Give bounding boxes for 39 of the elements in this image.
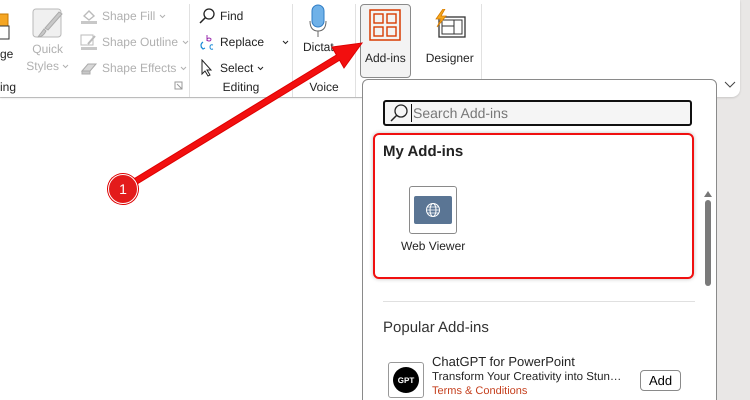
editing-command[interactable]: Replace: [198, 33, 290, 51]
designer-button[interactable]: Designer: [420, 4, 479, 78]
add-in-name: ChatGPT for PowerPoint: [432, 354, 576, 369]
add-button[interactable]: Add: [640, 370, 682, 391]
chevron-icon: [180, 66, 188, 70]
group-label: Voice: [309, 80, 339, 94]
section-title: My Add-ins: [383, 143, 464, 160]
scroll-up-icon: [704, 191, 712, 197]
chevron-icon: [62, 64, 69, 68]
pencil-icon: [80, 34, 98, 50]
paint-bucket-icon: [80, 8, 98, 24]
editing-command[interactable]: Select: [198, 59, 264, 77]
scroll-thumb[interactable]: [705, 200, 711, 286]
search-icon: [389, 103, 409, 123]
terms-link[interactable]: Terms & Conditions: [432, 385, 632, 397]
dialog-launcher-icon[interactable]: [174, 81, 183, 90]
replace-icon: [198, 33, 216, 51]
group-label: Editing: [222, 80, 260, 94]
arrange-button[interactable]: ge: [0, 4, 22, 62]
search-field[interactable]: Search Add-ins: [383, 100, 692, 126]
gpt-logo: GPT: [393, 367, 419, 393]
globe-icon: [414, 196, 452, 224]
microphone-icon: [308, 4, 328, 38]
scrollbar[interactable]: [703, 191, 713, 286]
dictate-button[interactable]: Dictat: [297, 4, 340, 55]
section-title: Popular Add-ins: [383, 319, 490, 336]
group-label: ing: [0, 80, 16, 94]
chevron-icon: [182, 40, 189, 44]
brush-icon: [32, 8, 64, 40]
editing-command[interactable]: Find: [198, 7, 244, 25]
add-in-name: Web Viewer: [401, 239, 466, 253]
search-input[interactable]: Search Add-ins: [411, 104, 686, 122]
add-ins-button[interactable]: Add-ins: [360, 4, 411, 78]
chevron-icon: [159, 14, 166, 18]
grid-icon: [369, 9, 402, 41]
search-icon: [198, 7, 216, 25]
add-in-description: Transform Your Creativity into Stun…: [432, 371, 622, 383]
add-in-tile[interactable]: [409, 186, 458, 234]
chevron-icon[interactable]: [724, 81, 736, 89]
